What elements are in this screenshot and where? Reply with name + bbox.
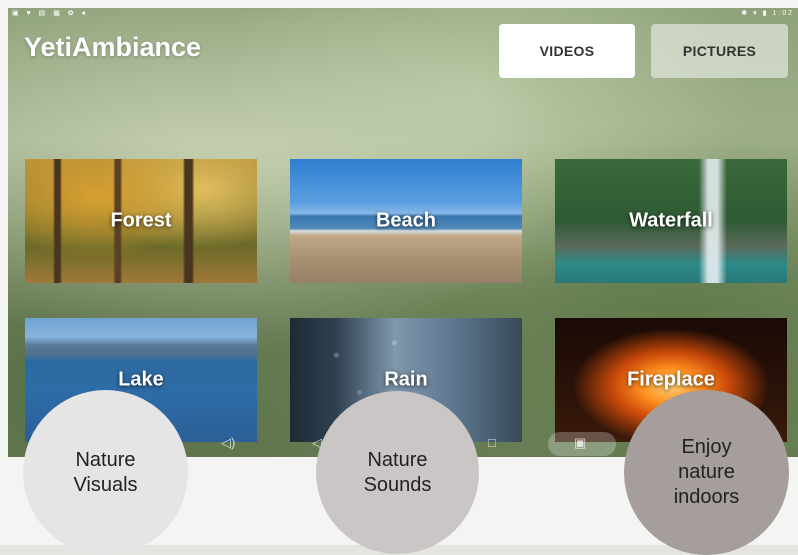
volume-icon[interactable]: ◁) <box>221 435 235 451</box>
feature-label-line: Sounds <box>363 473 432 496</box>
feature-label-line: Enjoy <box>681 436 732 458</box>
feature-label-line: indoors <box>673 486 740 508</box>
wifi-icon: ▾ <box>753 10 759 17</box>
tab-videos[interactable]: VIDEOS <box>499 24 635 78</box>
tile-forest[interactable]: Forest <box>25 159 257 283</box>
tile-label: Lake <box>118 368 164 391</box>
notification-icons: ▣ ♥ ▤ ▦ ✿ ● <box>12 10 89 17</box>
tile-label: Rain <box>384 368 428 391</box>
status-bar: ▣ ♥ ▤ ▦ ✿ ● ✱ ▾ ▮ 1:02 <box>8 8 798 19</box>
clock: 1:02 <box>772 10 794 17</box>
tablet-screen: ▣ ♥ ▤ ▦ ✿ ● ✱ ▾ ▮ 1:02 YetiAmbiance VIDE… <box>8 8 798 457</box>
screenshot-icon[interactable]: ▣ <box>574 435 586 451</box>
tile-label: Forest <box>110 209 172 232</box>
tile-waterfall[interactable]: Waterfall <box>555 159 787 283</box>
tile-label: Waterfall <box>629 209 713 232</box>
feature-label-line: Nature <box>75 448 136 471</box>
feature-enjoy-nature-indoors: Enjoy nature indoors <box>624 390 789 555</box>
feature-label-line: Nature <box>367 448 428 471</box>
tab-pictures[interactable]: PICTURES <box>651 24 788 78</box>
feature-label-line: Visuals <box>73 473 138 496</box>
battery-icon: ▮ <box>762 10 769 17</box>
feature-nature-sounds: Nature Sounds <box>316 391 479 554</box>
tile-label: Fireplace <box>627 368 715 391</box>
feature-label-line: nature <box>678 461 735 483</box>
bluetooth-icon: ✱ <box>741 10 750 17</box>
system-status: ✱ ▾ ▮ 1:02 <box>741 8 794 19</box>
feature-nature-visuals: Nature Visuals <box>23 390 188 555</box>
tile-label: Beach <box>375 209 437 232</box>
home-icon[interactable]: □ <box>488 435 496 450</box>
tile-beach[interactable]: Beach <box>290 159 522 283</box>
app-title: YetiAmbiance <box>24 32 202 62</box>
